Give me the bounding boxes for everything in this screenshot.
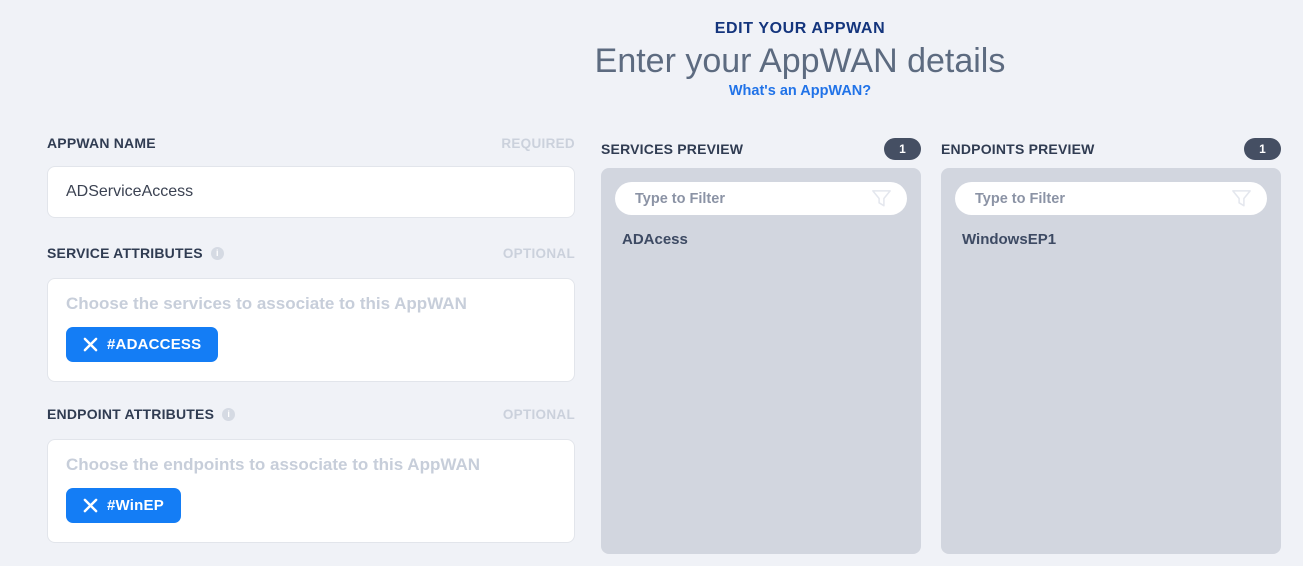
endpoint-attribute-tag-label: #WinEP [107, 497, 164, 514]
endpoint-list-item[interactable]: WindowsEP1 [955, 215, 1267, 248]
services-preview-panel: ADAcess [601, 168, 921, 554]
endpoint-attributes-label: ENDPOINT ATTRIBUTES [47, 406, 215, 422]
appwan-name-label-row: APPWAN NAME REQUIRED [47, 133, 575, 153]
page-title: Enter your AppWAN details [594, 42, 1006, 80]
services-filter-input[interactable] [615, 182, 907, 215]
info-icon[interactable]: i [210, 246, 224, 260]
optional-label: OPTIONAL [502, 245, 575, 261]
service-attribute-tag[interactable]: #ADACCESS [66, 327, 219, 362]
service-attribute-tag-label: #ADACCESS [107, 336, 202, 353]
remove-tag-icon[interactable] [83, 337, 98, 352]
info-icon[interactable]: i [222, 407, 236, 421]
page-header: EDIT YOUR APPWAN Enter your AppWAN detai… [480, 20, 1120, 100]
endpoints-preview: ENDPOINTS PREVIEW 1 WindowsEP1 [941, 137, 1281, 554]
page-eyebrow: EDIT YOUR APPWAN [714, 20, 886, 37]
service-attributes-placeholder: Choose the services to associate to this… [66, 294, 467, 313]
appwan-name-input[interactable] [47, 166, 575, 218]
service-attributes-field: SERVICE ATTRIBUTES i OPTIONAL Choose the… [47, 243, 575, 382]
services-count-badge: 1 [884, 137, 921, 160]
endpoint-attributes-label-row: ENDPOINT ATTRIBUTES i OPTIONAL [47, 404, 575, 424]
services-preview-header: SERVICES PREVIEW 1 [601, 137, 921, 160]
services-preview: SERVICES PREVIEW 1 ADAcess [601, 137, 921, 554]
endpoint-attributes-box[interactable]: Choose the endpoints to associate to thi… [47, 439, 575, 543]
endpoints-count-badge: 1 [1244, 137, 1281, 160]
services-preview-label: SERVICES PREVIEW [601, 140, 744, 157]
endpoints-preview-panel: WindowsEP1 [941, 168, 1281, 554]
endpoint-attributes-field: ENDPOINT ATTRIBUTES i OPTIONAL Choose th… [47, 404, 575, 543]
appwan-name-field: APPWAN NAME REQUIRED [47, 133, 575, 218]
service-attributes-label: SERVICE ATTRIBUTES [47, 245, 203, 261]
service-attributes-label-row: SERVICE ATTRIBUTES i OPTIONAL [47, 243, 575, 263]
services-filter [615, 182, 907, 215]
remove-tag-icon[interactable] [83, 498, 98, 513]
endpoints-preview-header: ENDPOINTS PREVIEW 1 [941, 137, 1281, 160]
service-attributes-box[interactable]: Choose the services to associate to this… [47, 278, 575, 382]
endpoints-filter [955, 182, 1267, 215]
endpoints-filter-input[interactable] [955, 182, 1267, 215]
whats-an-appwan-link[interactable]: What's an AppWAN? [729, 83, 871, 99]
edit-appwan-page: EDIT YOUR APPWAN Enter your AppWAN detai… [0, 0, 1303, 566]
optional-label: OPTIONAL [502, 406, 575, 422]
service-list-item[interactable]: ADAcess [615, 215, 907, 248]
endpoints-preview-label: ENDPOINTS PREVIEW [941, 140, 1095, 157]
endpoint-attribute-tag[interactable]: #WinEP [66, 488, 181, 523]
endpoint-attributes-placeholder: Choose the endpoints to associate to thi… [66, 455, 481, 474]
required-label: REQUIRED [501, 135, 575, 151]
appwan-name-label: APPWAN NAME [47, 135, 156, 151]
